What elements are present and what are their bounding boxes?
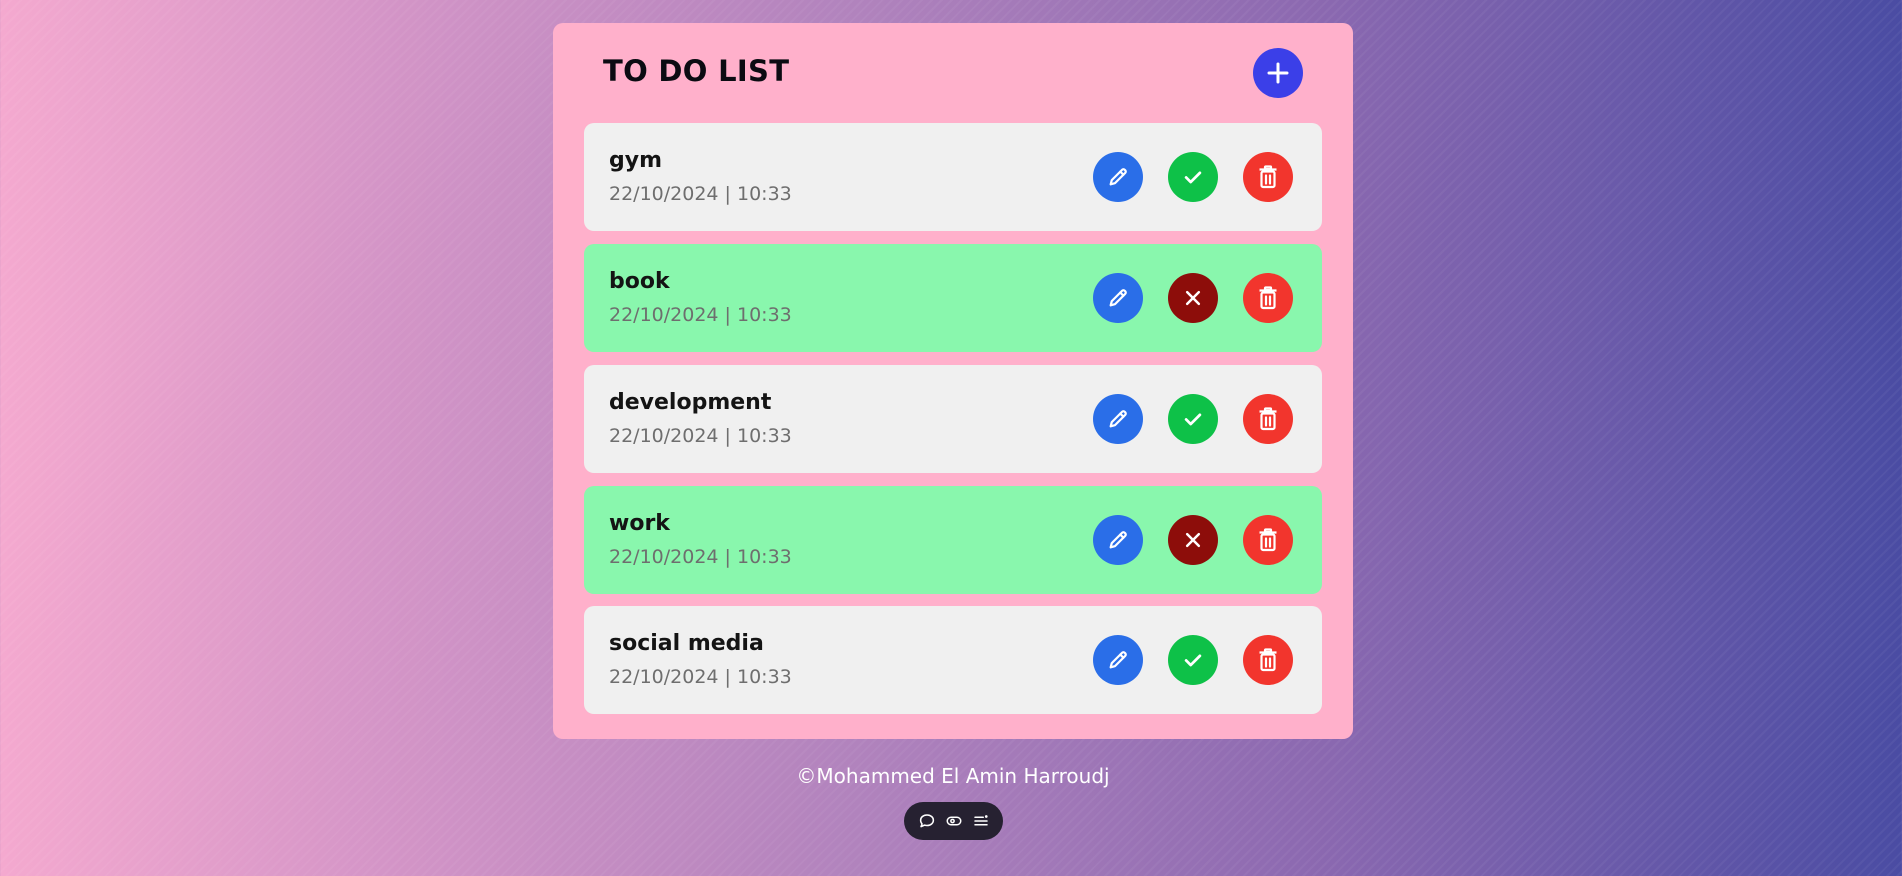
footer-credit: ©Mohammed El Amin Harroudj (796, 764, 1110, 788)
task-datetime: 22/10/2024 | 10:33 (609, 546, 792, 568)
pencil-icon (1109, 531, 1127, 549)
trash-icon (1259, 648, 1277, 672)
task-datetime: 22/10/2024 | 10:33 (609, 666, 792, 688)
check-icon (1184, 413, 1202, 426)
pencil-icon (1109, 289, 1127, 307)
task-name: social media (609, 631, 764, 656)
task-name: gym (609, 148, 663, 173)
task-name: development (609, 390, 772, 415)
delete-task-button[interactable] (1243, 635, 1293, 685)
task-item: work 22/10/2024 | 10:33 (584, 486, 1322, 594)
complete-task-button[interactable] (1168, 152, 1218, 202)
task-item: book 22/10/2024 | 10:33 (584, 244, 1322, 352)
delete-task-button[interactable] (1243, 394, 1293, 444)
pencil-icon (1109, 410, 1127, 428)
delete-task-button[interactable] (1243, 273, 1293, 323)
close-icon (1185, 532, 1201, 548)
task-datetime: 22/10/2024 | 10:33 (609, 425, 792, 447)
add-task-button[interactable] (1253, 48, 1303, 98)
task-item: gym 22/10/2024 | 10:33 (584, 123, 1322, 231)
task-datetime: 22/10/2024 | 10:33 (609, 304, 792, 326)
pencil-icon (1109, 651, 1127, 669)
page-title: TO DO LIST (603, 54, 790, 88)
task-name: work (609, 511, 670, 536)
chat-bubble-icon[interactable] (916, 810, 938, 832)
trash-icon (1259, 407, 1277, 431)
floating-toolbar (904, 802, 1003, 840)
todo-card: TO DO LIST gym 22/10/2024 | 10:33 book 2… (553, 23, 1353, 739)
delete-task-button[interactable] (1243, 152, 1293, 202)
task-datetime: 22/10/2024 | 10:33 (609, 183, 792, 205)
edit-task-button[interactable] (1093, 152, 1143, 202)
complete-task-button[interactable] (1168, 394, 1218, 444)
delete-task-button[interactable] (1243, 515, 1293, 565)
complete-task-button[interactable] (1168, 635, 1218, 685)
eye-icon[interactable] (943, 810, 965, 832)
trash-icon (1259, 528, 1277, 552)
pencil-icon (1109, 168, 1127, 186)
edit-task-button[interactable] (1093, 635, 1143, 685)
close-icon (1185, 290, 1201, 306)
check-icon (1184, 654, 1202, 667)
check-icon (1184, 171, 1202, 184)
trash-icon (1259, 165, 1277, 189)
plus-icon (1267, 62, 1289, 84)
task-item: development 22/10/2024 | 10:33 (584, 365, 1322, 473)
edit-task-button[interactable] (1093, 273, 1143, 323)
undo-task-button[interactable] (1168, 273, 1218, 323)
edit-task-button[interactable] (1093, 394, 1143, 444)
menu-icon[interactable] (970, 810, 992, 832)
task-name: book (609, 269, 670, 294)
edit-task-button[interactable] (1093, 515, 1143, 565)
undo-task-button[interactable] (1168, 515, 1218, 565)
task-item: social media 22/10/2024 | 10:33 (584, 606, 1322, 714)
trash-icon (1259, 286, 1277, 310)
